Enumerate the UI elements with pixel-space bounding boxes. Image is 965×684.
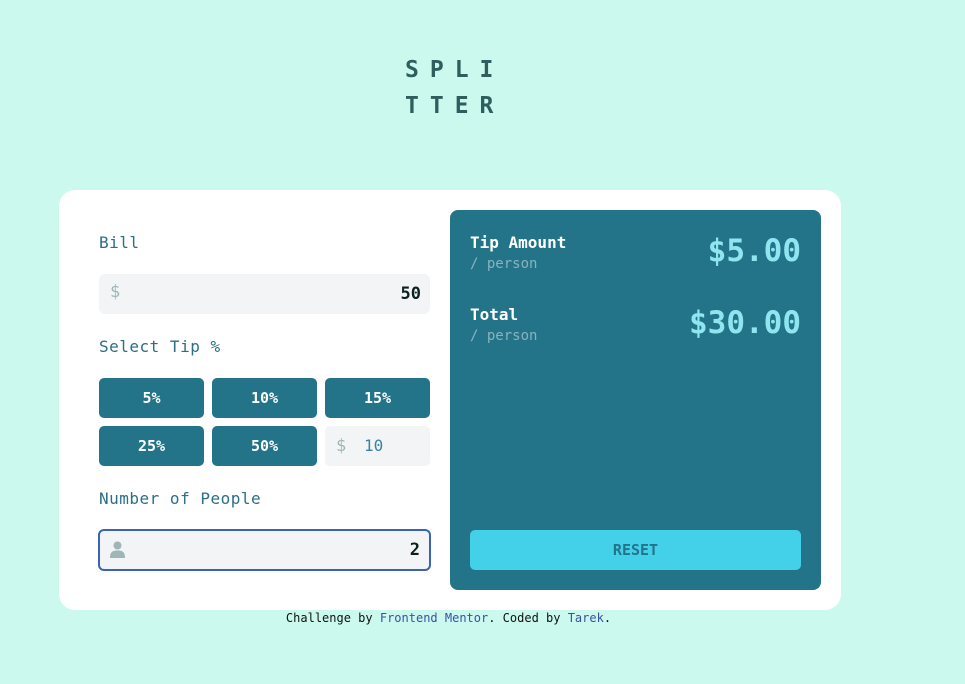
bill-label: Bill <box>99 233 140 252</box>
custom-tip-input[interactable]: $ 10 <box>325 426 430 466</box>
author-link[interactable]: Tarek <box>568 611 604 625</box>
tip-amount-value: $5.00 <box>707 233 801 269</box>
attribution-suffix: . <box>603 611 612 625</box>
tip-label: Select Tip % <box>99 337 221 356</box>
total-sub: / person <box>470 328 538 344</box>
attribution: Challenge by Frontend Mentor. Coded by T… <box>0 611 897 625</box>
bill-value: 50 <box>400 284 421 304</box>
logo-line-2: TTER <box>405 93 505 119</box>
tip-5-button[interactable]: 5% <box>99 378 204 418</box>
tip-15-button[interactable]: 15% <box>325 378 430 418</box>
frontend-mentor-link[interactable]: Frontend Mentor <box>380 611 488 625</box>
tip-amount-sub: / person <box>470 256 538 272</box>
people-input[interactable]: 2 <box>98 529 431 571</box>
tip-50-button[interactable]: 50% <box>212 426 317 466</box>
bill-input[interactable]: $ 50 <box>99 274 430 314</box>
tip-25-button[interactable]: 25% <box>99 426 204 466</box>
dollar-icon: $ <box>336 436 347 456</box>
people-label: Number of People <box>99 489 262 508</box>
attribution-prefix: Challenge by <box>285 611 380 625</box>
logo-line-1: SPLI <box>405 57 505 83</box>
attribution-middle: . Coded by <box>488 611 568 625</box>
reset-button[interactable]: RESET <box>470 530 801 570</box>
total-title: Total <box>470 305 519 324</box>
person-icon <box>110 541 125 562</box>
total-value: $30.00 <box>689 305 801 341</box>
result-panel: Tip Amount / person $5.00 Total / person… <box>450 210 821 590</box>
tip-amount-title: Tip Amount <box>470 233 567 252</box>
dollar-icon: $ <box>110 282 121 302</box>
custom-tip-value: 10 <box>364 436 384 455</box>
app-logo: SPLI TTER <box>405 52 504 124</box>
people-value: 2 <box>409 540 420 560</box>
tip-10-button[interactable]: 10% <box>212 378 317 418</box>
